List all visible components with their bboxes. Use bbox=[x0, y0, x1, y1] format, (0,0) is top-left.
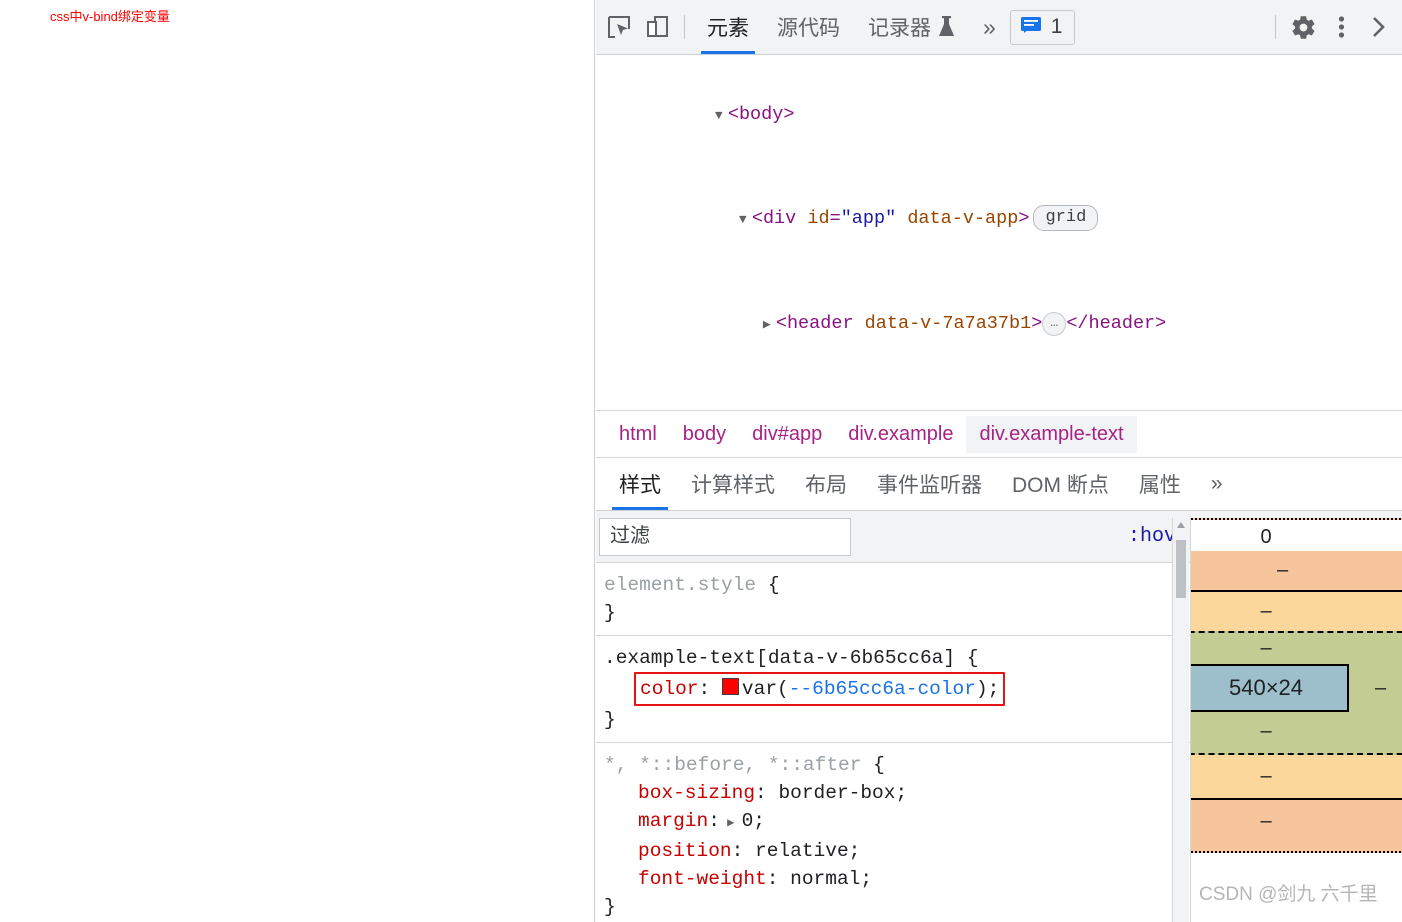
flask-icon bbox=[938, 16, 955, 38]
rule-selector-universal[interactable]: *, *::before, *::after bbox=[604, 754, 861, 776]
margin-bottom-value[interactable]: – bbox=[1260, 810, 1271, 832]
tab-layout[interactable]: 布局 bbox=[790, 458, 862, 510]
toolbar-right-group bbox=[1267, 8, 1398, 46]
decl-value-box-sizing[interactable]: border-box; bbox=[778, 782, 907, 804]
grid-badge[interactable]: grid bbox=[1033, 205, 1099, 231]
styles-tabbar: 样式 计算样式 布局 事件监听器 DOM 断点 属性 » bbox=[596, 458, 1402, 511]
issues-badge[interactable]: 1 bbox=[1009, 9, 1076, 45]
collapsed-content-badge[interactable]: … bbox=[1042, 311, 1067, 336]
breadcrumb-item-body[interactable]: body bbox=[670, 416, 739, 453]
margin-row: margin – – bbox=[1191, 551, 1402, 590]
tab-recorder-label: 记录器 bbox=[868, 17, 931, 40]
dom-attr-data-v-app: data-v-app bbox=[907, 208, 1019, 229]
page-viewport: css中v-bind绑定变量 bbox=[0, 0, 595, 922]
styles-scrollbar[interactable] bbox=[1172, 518, 1189, 922]
issues-count: 1 bbox=[1050, 15, 1063, 38]
tab-styles[interactable]: 样式 bbox=[604, 458, 676, 510]
csdn-watermark: CSDN @剑九 六千里 bbox=[1199, 884, 1378, 905]
decl-property-position[interactable]: position bbox=[638, 840, 732, 862]
padding-row: padding – bbox=[1191, 633, 1402, 660]
scroll-up-arrow[interactable] bbox=[1177, 522, 1185, 528]
tab-elements[interactable]: 元素 bbox=[693, 1, 763, 54]
tab-recorder[interactable]: 记录器 bbox=[854, 1, 969, 54]
padding-bottom-value[interactable]: – bbox=[1260, 720, 1271, 742]
breadcrumb-item-div-app[interactable]: div#app bbox=[739, 416, 835, 453]
decl-property-margin[interactable]: margin bbox=[638, 810, 708, 832]
gear-icon[interactable] bbox=[1284, 8, 1322, 46]
dom-tag-header: header bbox=[786, 312, 854, 334]
device-toolbar-icon[interactable] bbox=[638, 8, 676, 46]
expand-triangle-header[interactable]: ▶ bbox=[763, 308, 776, 343]
breadcrumb: html body div#app div.example div.exampl… bbox=[596, 410, 1402, 458]
dom-attr-id-value: app bbox=[851, 208, 886, 229]
dom-tag-body: body bbox=[738, 103, 784, 125]
chevron-right-icon[interactable] bbox=[1360, 8, 1398, 46]
border-right-value[interactable]: – bbox=[1260, 600, 1271, 623]
margin-right-value[interactable]: – bbox=[1277, 559, 1288, 582]
box-model-border-layer[interactable]: border – padding – – 540×24 – bbox=[1191, 590, 1402, 800]
tab-computed[interactable]: 计算样式 bbox=[676, 458, 790, 510]
decl-var-name[interactable]: --6b65cc6a-color bbox=[789, 678, 976, 700]
expand-triangle-app[interactable]: ▼ bbox=[739, 203, 752, 238]
dom-node-header[interactable]: ▶ <header data-v-7a7a37b1>… </header> bbox=[596, 272, 1402, 377]
padding-right-value[interactable]: – bbox=[1375, 677, 1386, 700]
margin-top-value[interactable]: 0 bbox=[1260, 526, 1271, 548]
tab-sources[interactable]: 源代码 bbox=[763, 1, 854, 54]
box-model-panel: 0 margin – – border – bbox=[1190, 518, 1402, 922]
highlight-annotation-color-decl[interactable]: color: var(--6b65cc6a-color); bbox=[634, 672, 1006, 706]
border-bottom-value[interactable]: – bbox=[1260, 765, 1271, 787]
decl-property-box-sizing[interactable]: box-sizing bbox=[638, 782, 755, 804]
message-icon bbox=[1020, 15, 1042, 40]
dom-attr-data-v-7a7a37b1: data-v-7a7a37b1 bbox=[864, 312, 1032, 334]
breadcrumb-item-div-example-text[interactable]: div.example-text bbox=[966, 415, 1137, 453]
content-box-size[interactable]: 540×24 bbox=[1191, 664, 1350, 712]
devtools-toolbar: 元素 源代码 记录器 » 1 bbox=[596, 0, 1402, 55]
decl-value-position[interactable]: relative; bbox=[755, 840, 860, 862]
expand-triangle-margin[interactable]: ▶ bbox=[720, 816, 742, 830]
padding-top-value[interactable]: – bbox=[1260, 637, 1271, 660]
rule-selector-element-style[interactable]: element.style bbox=[604, 574, 756, 596]
decl-value-margin[interactable]: 0; bbox=[742, 810, 765, 832]
styles-filter-input[interactable] bbox=[599, 517, 851, 556]
tab-sources-label: 源代码 bbox=[777, 17, 840, 40]
rule-selector-example-text[interactable]: .example-text[data-v-6b65cc6a] bbox=[604, 647, 955, 669]
box-model-padding-layer[interactable]: padding – – 540×24 – – bbox=[1191, 631, 1402, 755]
toolbar-divider bbox=[684, 15, 685, 39]
box-model-diagram[interactable]: 0 margin – – border – bbox=[1191, 518, 1402, 853]
decl-value-font-weight[interactable]: normal; bbox=[790, 868, 872, 890]
decl-property-font-weight[interactable]: font-weight bbox=[638, 868, 767, 890]
tab-dom-breakpoints[interactable]: DOM 断点 bbox=[997, 458, 1124, 510]
tab-properties[interactable]: 属性 bbox=[1124, 458, 1196, 510]
kebab-menu-icon[interactable] bbox=[1322, 8, 1360, 46]
inspect-cursor-icon[interactable] bbox=[600, 8, 638, 46]
expand-triangle-body[interactable]: ▼ bbox=[715, 99, 728, 134]
breadcrumb-item-html[interactable]: html bbox=[606, 416, 670, 453]
dom-tag-div-app: div bbox=[762, 208, 797, 229]
tab-event-listeners[interactable]: 事件监听器 bbox=[862, 458, 997, 510]
page-example-text: css中v-bind绑定变量 bbox=[50, 9, 170, 24]
breadcrumb-item-div-example[interactable]: div.example bbox=[835, 416, 966, 453]
dom-tree[interactable]: ▼ <body> ▼ <div id="app" data-v-app> grid ▶… bbox=[596, 55, 1402, 410]
toolbar-overflow-button[interactable]: » bbox=[969, 14, 1010, 41]
box-model-margin-layer[interactable]: 0 margin – – border – bbox=[1191, 518, 1402, 853]
styles-tabs-overflow[interactable]: » bbox=[1196, 458, 1238, 510]
toolbar-divider-2 bbox=[1275, 15, 1276, 39]
hov-label: :hov bbox=[1127, 525, 1176, 548]
dom-node-example[interactable]: ▼<div class="example" data-v-6b65cc6a da… bbox=[596, 377, 1402, 411]
border-row: border – bbox=[1191, 592, 1402, 631]
dom-attr-id: id bbox=[807, 208, 830, 229]
scrollbar-thumb[interactable] bbox=[1176, 540, 1186, 598]
dom-node-body[interactable]: ▼ <body> bbox=[596, 63, 1402, 168]
dom-node-app[interactable]: ▼ <div id="app" data-v-app> grid bbox=[596, 168, 1402, 273]
decl-property-color[interactable]: color bbox=[640, 678, 699, 700]
tab-elements-label: 元素 bbox=[707, 17, 749, 40]
color-swatch[interactable] bbox=[721, 678, 739, 695]
devtools-panel: 元素 源代码 记录器 » 1 ▼ <body> ▼ <div id="app" … bbox=[596, 0, 1402, 922]
